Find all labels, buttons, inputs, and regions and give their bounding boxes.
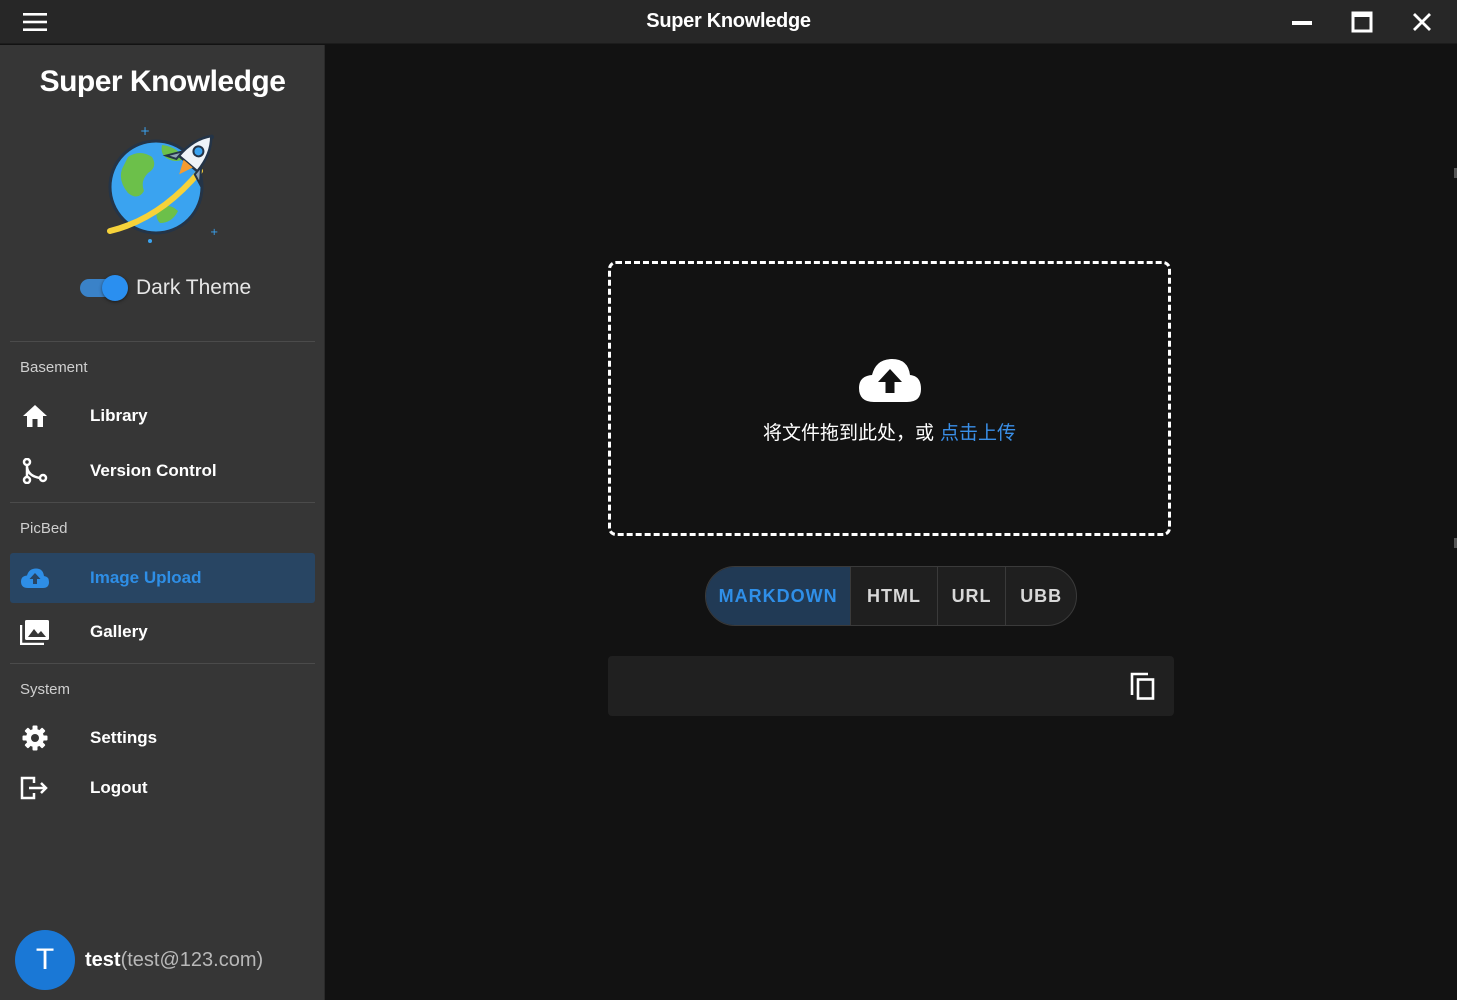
dark-theme-toggle[interactable]: Dark Theme [80, 273, 251, 303]
user-email: (test@123.com) [120, 948, 264, 971]
sidebar-item-label: Gallery [90, 622, 148, 641]
svg-text:+: + [140, 124, 150, 138]
upload-instruction: 将文件拖到此处，或 点击上传 [611, 418, 1168, 445]
user-profile[interactable]: T test (test@123.com) [15, 930, 263, 990]
upload-dropzone[interactable]: 将文件拖到此处，或 点击上传 [608, 261, 1171, 536]
link-output-field[interactable] [608, 656, 1174, 716]
sidebar-item-label: Version Control [90, 461, 217, 480]
format-selector: MARKDOWN HTML URL UBB [705, 566, 1077, 626]
maximize-icon[interactable] [1345, 7, 1379, 37]
sidebar-item-gallery[interactable]: Gallery [10, 607, 315, 657]
globe-rocket-logo: + + [100, 123, 224, 247]
sidebar-item-logout[interactable]: Logout [10, 763, 315, 813]
toggle-switch[interactable] [80, 275, 128, 301]
sidebar-item-image-upload[interactable]: Image Upload [10, 553, 315, 603]
upload-hint-text: 将文件拖到此处，或 [762, 422, 941, 444]
format-markdown-button[interactable]: MARKDOWN [706, 567, 852, 625]
source-branch-icon [10, 446, 60, 496]
svg-text:+: + [210, 227, 218, 238]
format-ubb-button[interactable]: UBB [1006, 567, 1076, 625]
title-bar: Super Knowledge [0, 0, 1457, 44]
divider [10, 502, 315, 503]
divider [10, 341, 315, 342]
copy-icon[interactable] [1126, 668, 1160, 704]
avatar[interactable]: T [15, 930, 75, 990]
gear-icon [10, 713, 60, 763]
section-label-picbed: PicBed [20, 520, 68, 537]
format-html-button[interactable]: HTML [851, 567, 938, 625]
sidebar-item-settings[interactable]: Settings [10, 713, 315, 763]
app-brand: Super Knowledge [39, 65, 286, 98]
sidebar-item-label: Image Upload [90, 568, 202, 587]
format-url-button[interactable]: URL [938, 567, 1007, 625]
sidebar-item-label: Logout [90, 778, 148, 797]
section-label-system: System [20, 681, 71, 698]
sidebar-item-label: Settings [90, 728, 158, 747]
logout-icon [10, 763, 60, 813]
window-title: Super Knowledge [646, 10, 811, 32]
divider [10, 663, 315, 664]
dark-theme-label: Dark Theme [136, 276, 252, 299]
cloud-upload-icon [10, 553, 60, 603]
toggle-knob [102, 275, 128, 301]
minimize-icon[interactable] [1285, 7, 1319, 37]
cloud-upload-icon [857, 356, 923, 404]
sidebar-item-library[interactable]: Library [10, 391, 315, 441]
sidebar-item-version-control[interactable]: Version Control [10, 446, 315, 496]
sidebar-item-label: Library [90, 406, 148, 425]
image-multiple-icon [10, 607, 60, 657]
close-icon[interactable] [1405, 7, 1439, 37]
sidebar: Super Knowledge + + Dark Theme Basement … [0, 45, 325, 1000]
home-icon [10, 391, 60, 441]
user-name: test [85, 948, 121, 971]
click-upload-link[interactable]: 点击上传 [940, 422, 1016, 444]
section-label-basement: Basement [20, 359, 88, 376]
